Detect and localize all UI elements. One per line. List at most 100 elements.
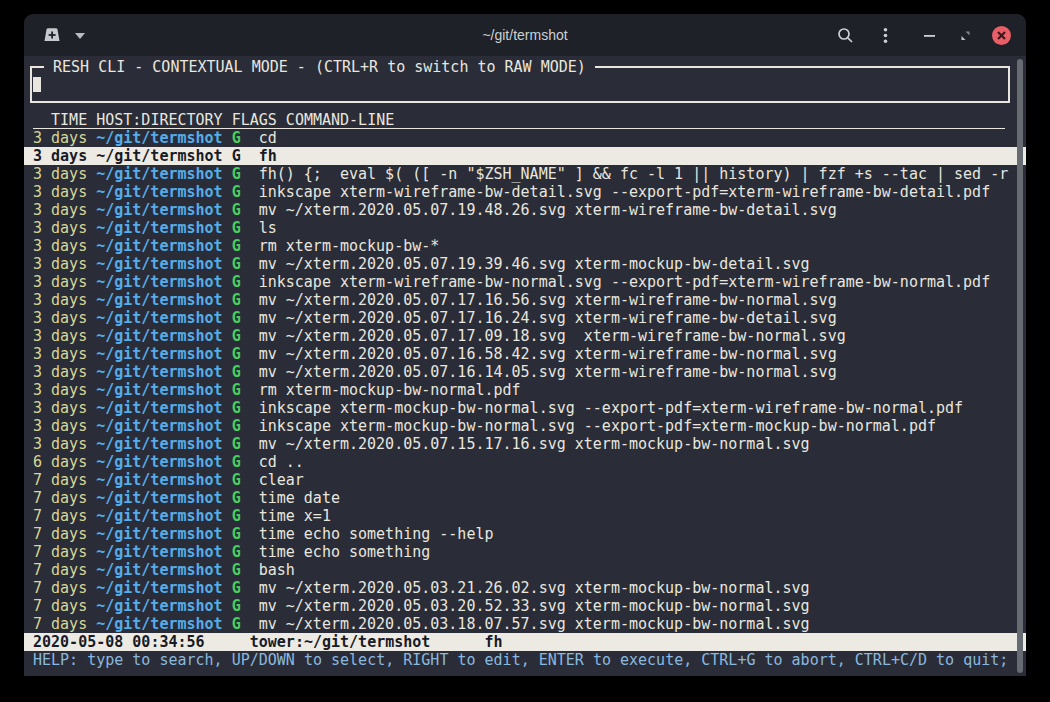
row-flags: G: [232, 381, 241, 399]
row-time: 7 days: [33, 489, 87, 507]
text-cursor: [33, 77, 41, 92]
row-command: rm xterm-mockup-bw-*: [259, 237, 440, 255]
row-command: mv ~/xterm.2020.05.07.19.48.26.svg xterm…: [259, 201, 837, 219]
row-time: 3 days: [33, 291, 87, 309]
status-host-dir: tower:~/git/termshot: [250, 633, 431, 651]
row-command: inkscape xterm-mockup-bw-normal.svg --ex…: [259, 399, 963, 417]
titlebar[interactable]: ~/git/termshot: [24, 14, 1026, 56]
row-flags: G: [232, 399, 241, 417]
row-time: 7 days: [33, 525, 87, 543]
history-row[interactable]: 3 days ~/git/termshot G mv ~/xterm.2020.…: [24, 255, 1026, 273]
history-row[interactable]: 3 days ~/git/termshot G mv ~/xterm.2020.…: [24, 309, 1026, 327]
row-time: 3 days: [33, 399, 87, 417]
row-flags: G: [232, 165, 241, 183]
history-row[interactable]: 7 days ~/git/termshot G mv ~/xterm.2020.…: [24, 579, 1026, 597]
help-line: HELP: type to search, UP/DOWN to select,…: [24, 651, 1026, 669]
status-datetime: 2020-05-08 00:34:56: [33, 633, 205, 651]
row-time: 3 days: [33, 363, 87, 381]
history-row[interactable]: 3 days ~/git/termshot G mv ~/xterm.2020.…: [24, 327, 1026, 345]
row-time: 7 days: [33, 615, 87, 633]
row-directory: ~/git/termshot: [96, 183, 222, 201]
terminal-window: ~/git/termshot RESH CLI - CONTEXTUAL MOD…: [24, 14, 1026, 676]
row-flags: G: [232, 543, 241, 561]
row-time: 3 days: [33, 381, 87, 399]
row-command: inkscape xterm-wireframe-bw-normal.svg -…: [259, 273, 991, 291]
row-flags: G: [232, 147, 241, 165]
row-time: 7 days: [33, 543, 87, 561]
row-flags: G: [232, 417, 241, 435]
history-row[interactable]: 3 days ~/git/termshot G inkscape xterm-m…: [24, 399, 1026, 417]
row-command: time echo something --help: [259, 525, 494, 543]
row-directory: ~/git/termshot: [96, 273, 222, 291]
row-command: mv ~/xterm.2020.05.03.21.26.02.svg xterm…: [259, 579, 810, 597]
row-command: time echo something: [259, 543, 431, 561]
row-flags: G: [232, 129, 241, 147]
history-row[interactable]: 7 days ~/git/termshot G time echo someth…: [24, 543, 1026, 561]
row-time: 3 days: [33, 237, 87, 255]
history-row[interactable]: 3 days ~/git/termshot G fh: [24, 147, 1026, 165]
row-directory: ~/git/termshot: [96, 579, 222, 597]
history-row[interactable]: 7 days ~/git/termshot G clear: [24, 471, 1026, 489]
history-row[interactable]: 3 days ~/git/termshot G mv ~/xterm.2020.…: [24, 363, 1026, 381]
row-time: 7 days: [33, 561, 87, 579]
scrollbar[interactable]: [1017, 59, 1023, 673]
history-row[interactable]: 7 days ~/git/termshot G time echo someth…: [24, 525, 1026, 543]
kebab-menu-icon[interactable]: [877, 27, 894, 44]
history-row[interactable]: 3 days ~/git/termshot G mv ~/xterm.2020.…: [24, 201, 1026, 219]
history-row[interactable]: 3 days ~/git/termshot G inkscape xterm-m…: [24, 417, 1026, 435]
row-directory: ~/git/termshot: [96, 345, 222, 363]
history-row[interactable]: 3 days ~/git/termshot G inkscape xterm-w…: [24, 273, 1026, 291]
row-directory: ~/git/termshot: [96, 381, 222, 399]
row-directory: ~/git/termshot: [96, 543, 222, 561]
row-command: mv ~/xterm.2020.05.07.17.16.56.svg xterm…: [259, 291, 837, 309]
row-command: mv ~/xterm.2020.05.03.20.52.33.svg xterm…: [259, 597, 810, 615]
row-time: 3 days: [33, 345, 87, 363]
status-command: fh: [485, 633, 503, 651]
history-row[interactable]: 7 days ~/git/termshot G time x=1: [24, 507, 1026, 525]
row-time: 3 days: [33, 219, 87, 237]
row-directory: ~/git/termshot: [96, 597, 222, 615]
row-command: ls: [259, 219, 277, 237]
row-flags: G: [232, 327, 241, 345]
history-row[interactable]: 7 days ~/git/termshot G mv ~/xterm.2020.…: [24, 597, 1026, 615]
row-directory: ~/git/termshot: [96, 525, 222, 543]
row-command: mv ~/xterm.2020.05.07.17.16.24.svg xterm…: [259, 309, 837, 327]
row-directory: ~/git/termshot: [96, 255, 222, 273]
row-time: 3 days: [33, 255, 87, 273]
history-row[interactable]: 7 days ~/git/termshot G mv ~/xterm.2020.…: [24, 615, 1026, 633]
history-row[interactable]: 3 days ~/git/termshot G mv ~/xterm.2020.…: [24, 291, 1026, 309]
row-time: 7 days: [33, 507, 87, 525]
row-command: time x=1: [259, 507, 331, 525]
history-row[interactable]: 3 days ~/git/termshot G mv ~/xterm.2020.…: [24, 435, 1026, 453]
search-box[interactable]: RESH CLI - CONTEXTUAL MODE - (CTRL+R to …: [30, 66, 1010, 103]
row-directory: ~/git/termshot: [96, 489, 222, 507]
terminal-screen[interactable]: RESH CLI - CONTEXTUAL MODE - (CTRL+R to …: [24, 56, 1026, 676]
row-command: mv ~/xterm.2020.05.07.16.14.05.svg xterm…: [259, 363, 837, 381]
history-row[interactable]: 7 days ~/git/termshot G bash: [24, 561, 1026, 579]
minimize-icon[interactable]: [921, 27, 938, 44]
row-directory: ~/git/termshot: [96, 615, 222, 633]
history-row[interactable]: 3 days ~/git/termshot G ls: [24, 219, 1026, 237]
history-row[interactable]: 6 days ~/git/termshot G cd ..: [24, 453, 1026, 471]
row-time: 7 days: [33, 471, 87, 489]
row-directory: ~/git/termshot: [96, 399, 222, 417]
restore-icon[interactable]: [957, 27, 974, 44]
search-icon[interactable]: [837, 27, 854, 44]
close-icon[interactable]: [992, 26, 1011, 45]
history-row[interactable]: 3 days ~/git/termshot G rm xterm-mockup-…: [24, 237, 1026, 255]
status-bar: 2020-05-08 00:34:56 tower:~/git/termshot…: [24, 633, 1026, 651]
row-flags: G: [232, 255, 241, 273]
history-row[interactable]: 7 days ~/git/termshot G time date: [24, 489, 1026, 507]
history-row[interactable]: 3 days ~/git/termshot G inkscape xterm-w…: [24, 183, 1026, 201]
window-title: ~/git/termshot: [24, 14, 1026, 56]
row-command: bash: [259, 561, 295, 579]
row-command: inkscape xterm-mockup-bw-normal.svg --ex…: [259, 417, 936, 435]
row-command: fh() {; eval $( ([ -n "$ZSH_NAME" ] && f…: [259, 165, 1009, 183]
row-command: rm xterm-mockup-bw-normal.pdf: [259, 381, 521, 399]
row-command: inkscape xterm-wireframe-bw-detail.svg -…: [259, 183, 991, 201]
history-row[interactable]: 3 days ~/git/termshot G fh() {; eval $( …: [24, 165, 1026, 183]
history-row[interactable]: 3 days ~/git/termshot G mv ~/xterm.2020.…: [24, 345, 1026, 363]
history-row[interactable]: 3 days ~/git/termshot G rm xterm-mockup-…: [24, 381, 1026, 399]
row-flags: G: [232, 525, 241, 543]
history-row[interactable]: 3 days ~/git/termshot G cd: [24, 129, 1026, 147]
